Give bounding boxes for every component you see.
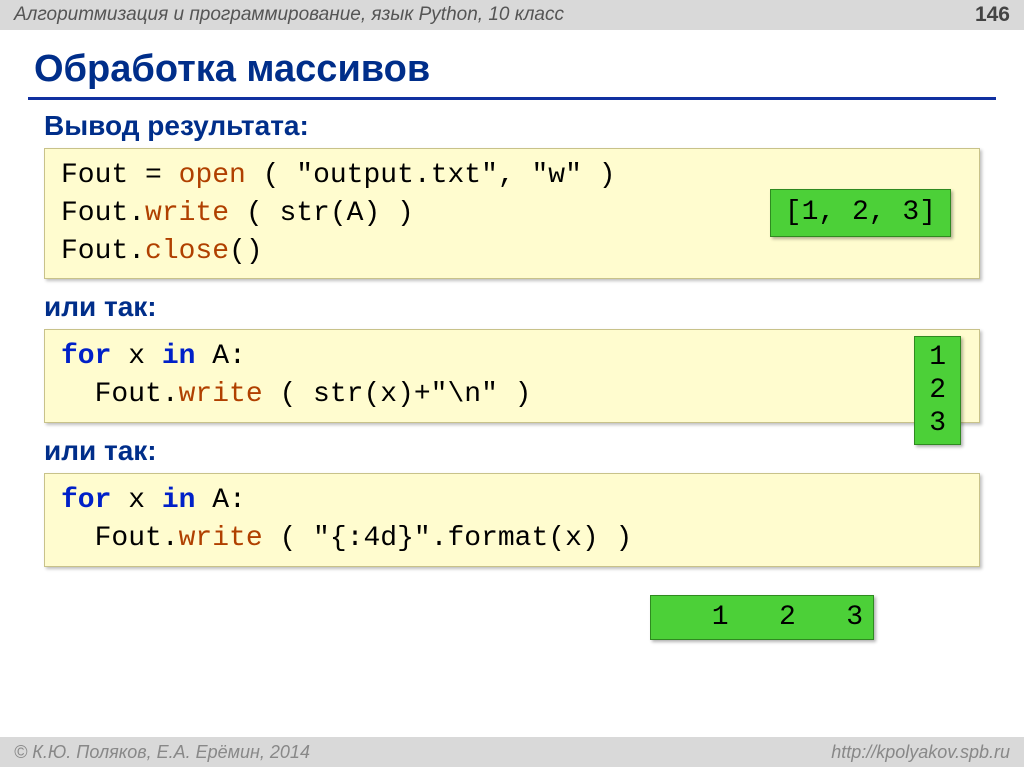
- page-title: Обработка массивов: [0, 30, 1024, 97]
- subheading-or-1: или так:: [44, 291, 984, 323]
- header-bar: Алгоритмизация и программирование, язык …: [0, 0, 1024, 30]
- code-line: Fout.write ( str(x)+"\n" ): [61, 376, 963, 414]
- code-block-3: for x in A: Fout.write ( "{:4d}".format(…: [44, 473, 980, 567]
- course-label: Алгоритмизация и программирование, язык …: [14, 4, 564, 26]
- code-block-1: Fout = open ( "output.txt", "w" ) Fout.w…: [44, 148, 980, 279]
- output-3-wrap: 1 2 3: [40, 579, 984, 640]
- code-line: for x in A:: [61, 338, 963, 376]
- footer-url: http://kpolyakov.spb.ru: [831, 742, 1010, 763]
- copyright: © К.Ю. Поляков, Е.А. Ерёмин, 2014: [14, 742, 310, 763]
- subheading-output: Вывод результата:: [44, 110, 984, 142]
- content-area: Вывод результата: Fout = open ( "output.…: [0, 110, 1024, 640]
- output-box-1: [1, 2, 3]: [770, 189, 951, 237]
- code-line: for x in A:: [61, 482, 963, 520]
- footer-bar: © К.Ю. Поляков, Е.А. Ерёмин, 2014 http:/…: [0, 737, 1024, 767]
- page-number: 146: [975, 3, 1010, 27]
- code-line: Fout.close(): [61, 233, 963, 271]
- output-box-3: 1 2 3: [650, 595, 874, 640]
- subheading-or-2: или так:: [44, 435, 984, 467]
- output-box-2: 1 2 3: [914, 336, 961, 445]
- code-block-2: for x in A: Fout.write ( str(x)+"\n" ) 1…: [44, 329, 980, 423]
- title-underline: [28, 97, 996, 100]
- code-line: Fout.write ( "{:4d}".format(x) ): [61, 520, 963, 558]
